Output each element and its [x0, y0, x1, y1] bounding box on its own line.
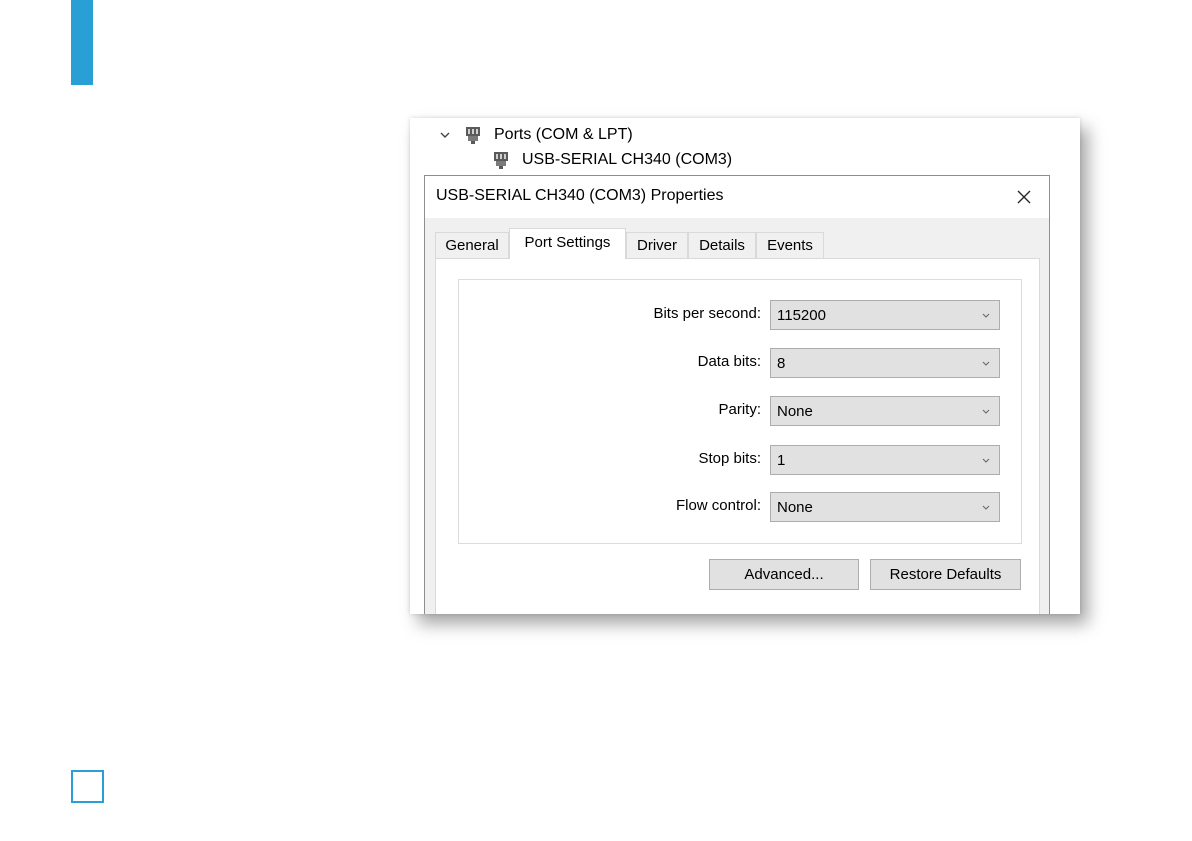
setting-label: Parity:: [718, 401, 761, 418]
chevron-down-icon: [981, 406, 991, 416]
parity-select[interactable]: None: [770, 396, 1000, 426]
stop-bits-select[interactable]: 1: [770, 445, 1000, 475]
tab-driver[interactable]: Driver: [626, 232, 688, 258]
corner-box: [71, 770, 104, 803]
setting-flow-control: Flow control: None: [459, 492, 1021, 522]
tab-events[interactable]: Events: [756, 232, 824, 258]
port-settings-page: Bits per second: 115200 Data bits: 8 Par…: [435, 258, 1040, 614]
setting-parity: Parity: None: [459, 396, 1021, 426]
tree-item-label: USB-SERIAL CH340 (COM3): [522, 151, 733, 168]
advanced-button[interactable]: Advanced...: [709, 559, 859, 590]
dialog-titlebar: USB-SERIAL CH340 (COM3) Properties: [425, 176, 1049, 218]
select-value: 115200: [777, 307, 826, 324]
select-value: 1: [777, 452, 786, 469]
tree-item-usb-serial[interactable]: USB-SERIAL CH340 (COM3): [492, 149, 732, 171]
data-bits-select[interactable]: 8: [770, 348, 1000, 378]
select-value: None: [777, 499, 813, 516]
chevron-down-icon[interactable]: [438, 128, 452, 142]
setting-label: Stop bits:: [698, 450, 761, 467]
tab-general[interactable]: General: [435, 232, 509, 258]
select-value: 8: [777, 355, 786, 372]
setting-bits-per-second: Bits per second: 115200: [459, 300, 1021, 330]
flow-control-select[interactable]: None: [770, 492, 1000, 522]
tree-item-ports[interactable]: Ports (COM & LPT): [438, 124, 633, 146]
setting-label: Flow control:: [675, 497, 761, 514]
setting-label: Data bits:: [697, 353, 761, 370]
tab-details[interactable]: Details: [688, 232, 756, 258]
setting-label: Bits per second:: [653, 305, 761, 322]
bits-per-second-select[interactable]: 115200: [770, 300, 1000, 330]
device-manager-screenshot: Ports (COM & LPT) USB-SERIAL CH340 (COM3…: [410, 118, 1080, 614]
settings-group: Bits per second: 115200 Data bits: 8 Par…: [458, 279, 1022, 544]
properties-dialog: USB-SERIAL CH340 (COM3) Properties Gener…: [424, 175, 1050, 614]
setting-stop-bits: Stop bits: 1: [459, 445, 1021, 475]
select-value: None: [777, 403, 813, 420]
setting-data-bits: Data bits: 8: [459, 348, 1021, 378]
tree-item-label: Ports (COM & LPT): [494, 126, 633, 143]
accent-bar: [71, 0, 93, 85]
port-connector-icon: [464, 125, 482, 145]
chevron-down-icon: [981, 455, 991, 465]
restore-defaults-button[interactable]: Restore Defaults: [870, 559, 1021, 590]
dialog-title: USB-SERIAL CH340 (COM3) Properties: [436, 187, 724, 204]
tab-port-settings[interactable]: Port Settings: [509, 228, 626, 259]
chevron-down-icon: [981, 502, 991, 512]
chevron-down-icon: [981, 310, 991, 320]
chevron-down-icon: [981, 358, 991, 368]
close-button[interactable]: [1011, 185, 1037, 209]
close-icon: [1017, 190, 1031, 204]
port-connector-icon: [492, 150, 510, 170]
